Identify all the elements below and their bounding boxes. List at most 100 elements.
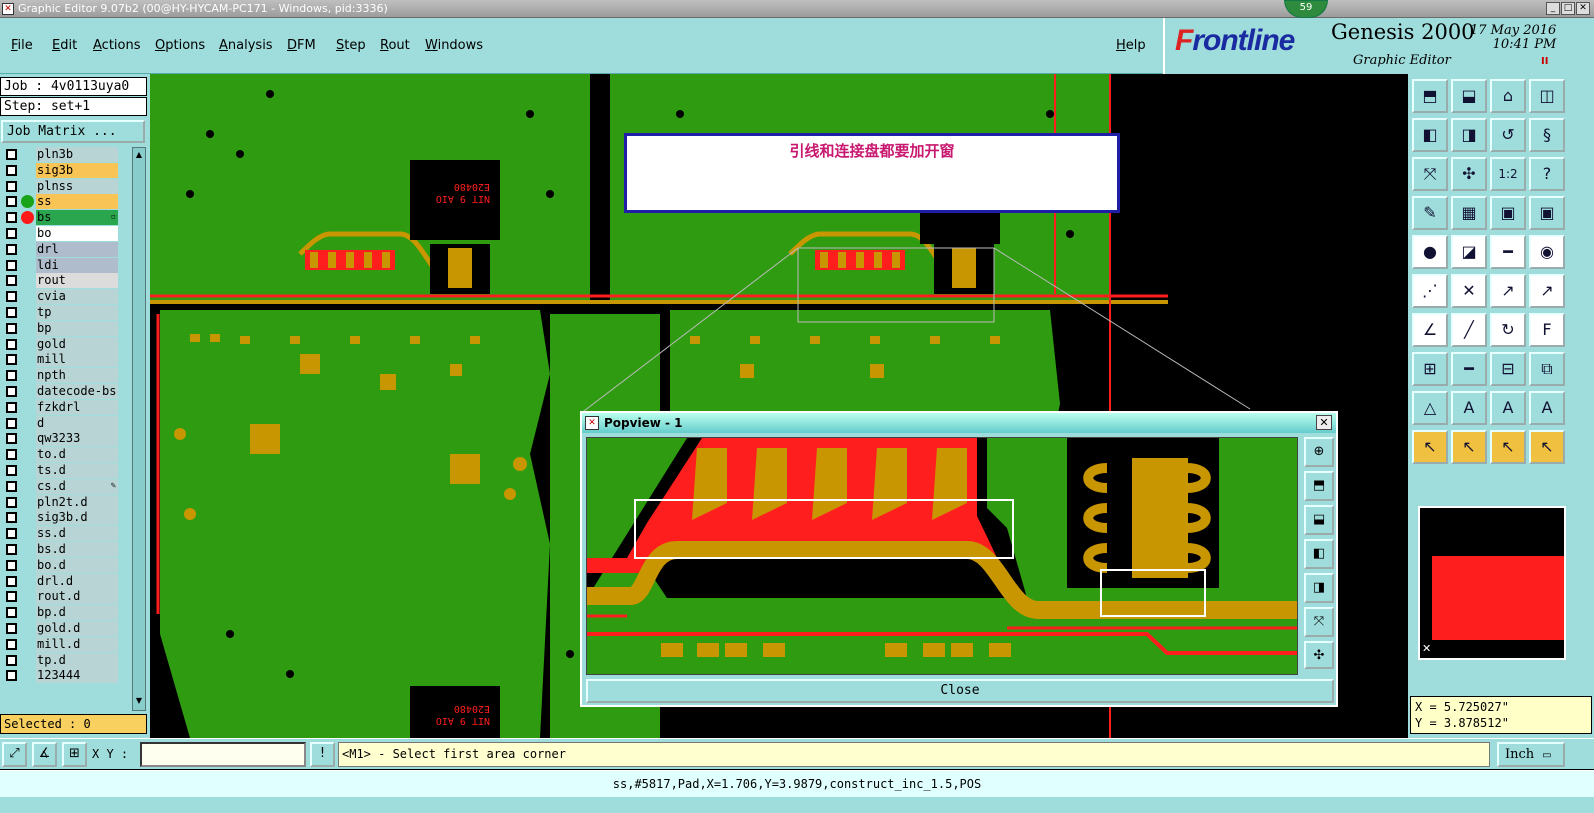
menu-help[interactable]: Help bbox=[1116, 38, 1146, 53]
layer-checkbox[interactable] bbox=[6, 623, 17, 634]
add-shape-button[interactable]: ⊞ bbox=[1412, 352, 1448, 386]
undo-button[interactable]: ↻ bbox=[1490, 313, 1526, 347]
layer-name[interactable]: tp bbox=[36, 305, 118, 320]
popview-title[interactable]: Popview - 1 bbox=[582, 413, 1336, 433]
cross-button[interactable]: ✕ bbox=[1451, 274, 1487, 308]
pointer-button[interactable]: ↖ bbox=[1412, 430, 1448, 464]
layer-checkbox[interactable] bbox=[6, 449, 17, 461]
a-tool-button[interactable]: A bbox=[1490, 391, 1526, 425]
layer-checkbox[interactable] bbox=[6, 607, 17, 619]
layer-name[interactable]: bp.d bbox=[36, 605, 118, 621]
layer-row-qw3233[interactable]: qw3233 bbox=[0, 431, 118, 447]
layer-checkbox[interactable] bbox=[6, 401, 17, 413]
layer-row-rout[interactable]: rout bbox=[0, 273, 118, 289]
layer-name[interactable]: ss.d bbox=[36, 526, 118, 542]
popview-window[interactable]: Popview - 1 ✕ ✕ ⊕ ⬒ ⬓ ◧ ◨ ⤧ ✣ Close bbox=[580, 411, 1338, 707]
popview-zoom-view[interactable] bbox=[587, 438, 1298, 675]
layer-checkbox[interactable] bbox=[6, 386, 17, 397]
layer-name[interactable]: cs.d bbox=[36, 478, 118, 494]
layer-row-datecode-bs[interactable]: datecode-bs bbox=[0, 384, 118, 399]
help-button[interactable]: ? bbox=[1529, 157, 1565, 191]
popview-center-button[interactable]: ✣ bbox=[1304, 641, 1334, 669]
ratio-button[interactable]: 1:2 bbox=[1490, 157, 1526, 191]
layer-name[interactable]: drl.d bbox=[36, 573, 118, 589]
layer-row-plnss[interactable]: plnss bbox=[0, 178, 118, 194]
layer-name[interactable]: pln2t.d bbox=[36, 494, 118, 510]
slope-button[interactable]: ↗ bbox=[1529, 274, 1565, 308]
grid-tool-button[interactable]: ⊞ bbox=[62, 742, 87, 767]
scroll-up-icon[interactable]: ▲ bbox=[134, 150, 144, 160]
popview-up-button[interactable]: ⬒ bbox=[1304, 471, 1334, 501]
grid-button[interactable]: ▦ bbox=[1451, 196, 1487, 230]
layer-name[interactable]: sig3b.d bbox=[36, 510, 118, 526]
layer-checkbox[interactable] bbox=[6, 354, 17, 366]
layer-row-bp-d[interactable]: bp.d bbox=[0, 605, 118, 621]
measure-button[interactable]: ⊟ bbox=[1490, 352, 1526, 386]
popview-down-button[interactable]: ⬓ bbox=[1304, 505, 1334, 535]
job-matrix-button[interactable]: Job Matrix ... bbox=[1, 120, 145, 143]
layer-row-pln3b[interactable]: pln3b bbox=[0, 147, 118, 162]
menu-windows[interactable]: Windows bbox=[425, 38, 483, 53]
home-down-button[interactable]: ⬓ bbox=[1451, 79, 1487, 113]
a-select-button[interactable]: A bbox=[1529, 391, 1565, 425]
layer-checkbox[interactable] bbox=[6, 259, 17, 271]
layer-name[interactable]: gold.d bbox=[36, 621, 118, 636]
menu-step[interactable]: Step bbox=[336, 38, 366, 53]
layer-row-mill[interactable]: mill bbox=[0, 352, 118, 368]
layer-checkbox[interactable] bbox=[6, 196, 17, 208]
layer-checkbox[interactable] bbox=[6, 654, 17, 666]
layer-checkbox[interactable] bbox=[6, 528, 17, 540]
rotate-button[interactable]: ↺ bbox=[1490, 118, 1526, 152]
pause-icon[interactable]: II bbox=[1541, 56, 1548, 67]
dash-button[interactable]: ━ bbox=[1451, 352, 1487, 386]
palette-button[interactable]: ✎ bbox=[1412, 196, 1448, 230]
layer-name[interactable]: ss bbox=[36, 194, 118, 210]
ruler-button[interactable]: ━ bbox=[1490, 235, 1526, 269]
menu-actions[interactable]: Actions bbox=[93, 38, 141, 53]
pointer-edit-button[interactable]: ↖ bbox=[1490, 430, 1526, 464]
dot-button[interactable]: ◉ bbox=[1529, 235, 1565, 269]
curve-button[interactable]: § bbox=[1529, 118, 1565, 152]
menu-dfm[interactable]: DFM bbox=[287, 38, 316, 53]
layer-row-bo-d[interactable]: bo.d bbox=[0, 557, 118, 573]
layer-checkbox[interactable] bbox=[6, 512, 17, 524]
layer-checkbox[interactable] bbox=[6, 417, 17, 429]
layer-checkbox[interactable] bbox=[6, 149, 17, 160]
popview-fit-button[interactable]: ⤧ bbox=[1304, 607, 1334, 637]
layer-row-ss-d[interactable]: ss.d bbox=[0, 526, 118, 542]
layer-row-drl-d[interactable]: drl.d bbox=[0, 573, 118, 589]
layer-checkbox[interactable] bbox=[6, 275, 17, 287]
layer-checkbox[interactable] bbox=[6, 212, 17, 224]
layer-row-gold[interactable]: gold bbox=[0, 336, 118, 352]
layer-row-rout-d[interactable]: rout.d bbox=[0, 589, 118, 605]
layer-checkbox[interactable] bbox=[6, 575, 17, 587]
layer-checkbox[interactable] bbox=[6, 243, 17, 255]
layer-name[interactable]: d bbox=[36, 415, 118, 431]
layer-name[interactable]: bs.d bbox=[36, 542, 118, 557]
layer-name[interactable]: rout bbox=[36, 273, 118, 289]
layer-row-tp-d[interactable]: tp.d bbox=[0, 652, 118, 668]
line-add-button[interactable]: ◪ bbox=[1451, 235, 1487, 269]
layer-checkbox[interactable] bbox=[6, 164, 17, 176]
layer-row-tp[interactable]: tp bbox=[0, 305, 118, 320]
layer-checkbox[interactable] bbox=[6, 228, 17, 239]
layer-row-sig3b-d[interactable]: sig3b.d bbox=[0, 510, 118, 526]
exclaim-button[interactable]: ! bbox=[310, 742, 335, 767]
layer-name[interactable]: npth bbox=[36, 368, 118, 384]
layer-checkbox[interactable] bbox=[6, 480, 17, 492]
house-button[interactable]: ⌂ bbox=[1490, 79, 1526, 113]
layer-row-cs-d[interactable]: cs.d ✎ bbox=[0, 478, 118, 494]
layer-name[interactable]: fzkdrl bbox=[36, 399, 118, 415]
layer-row-pln2t-d[interactable]: pln2t.d bbox=[0, 494, 118, 510]
layer-row-d[interactable]: d bbox=[0, 415, 118, 431]
layer-checkbox[interactable] bbox=[6, 307, 17, 318]
layer-name[interactable]: cvia bbox=[36, 289, 118, 305]
layer-name[interactable]: bo.d bbox=[36, 557, 118, 573]
menu-edit[interactable]: Edit bbox=[52, 38, 77, 53]
layer-checkbox[interactable] bbox=[6, 559, 17, 571]
popview-close-x[interactable]: ✕ bbox=[1316, 415, 1332, 430]
close-window-button[interactable]: ✕ bbox=[1576, 2, 1590, 15]
zoom-fit-button[interactable]: ⤧ bbox=[1412, 157, 1448, 191]
maximize-button[interactable]: □ bbox=[1561, 2, 1575, 15]
unit-selector[interactable]: Inch ▭ bbox=[1497, 742, 1565, 767]
